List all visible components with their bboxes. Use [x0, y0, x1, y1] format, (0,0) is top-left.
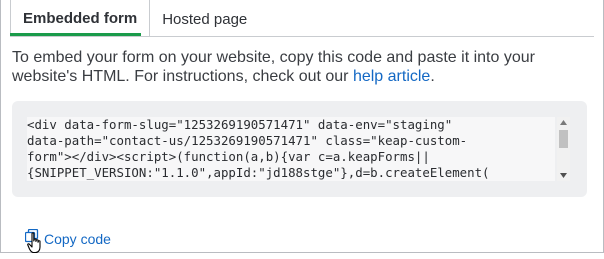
help-article-link[interactable]: help article — [353, 68, 430, 85]
tab-bar: Embedded form Hosted page — [10, 0, 259, 36]
code-scrollbar[interactable] — [557, 117, 570, 181]
code-line: form"></div><script>(function(a,b){var c… — [27, 149, 430, 164]
tab-divider — [10, 36, 594, 37]
scrollbar-thumb[interactable] — [559, 130, 568, 148]
scroll-down-arrow-icon[interactable] — [557, 170, 570, 181]
code-line: <div data-form-slug="1253269190571471" d… — [27, 117, 453, 132]
tab-hosted-page[interactable]: Hosted page — [150, 2, 259, 36]
tab-embedded-form[interactable]: Embedded form — [10, 0, 151, 36]
instructions-suffix: . — [430, 68, 435, 85]
code-line: {SNIPPET_VERSION:"1.1.0",appId:"jd188stg… — [27, 165, 490, 180]
hand-pointer-cursor-icon — [27, 232, 43, 259]
code-snippet[interactable]: <div data-form-slug="1253269190571471" d… — [27, 117, 555, 181]
code-line: data-path="contact-us/1253269190571471" … — [27, 133, 468, 148]
scroll-up-arrow-icon[interactable] — [557, 117, 570, 128]
active-tab-indicator — [10, 33, 141, 36]
code-container: <div data-form-slug="1253269190571471" d… — [12, 101, 587, 197]
copy-code-label: Copy code — [44, 230, 111, 247]
embed-instructions: To embed your form on your website, copy… — [12, 48, 592, 86]
instructions-text: To embed your form on your website, copy… — [12, 49, 535, 85]
